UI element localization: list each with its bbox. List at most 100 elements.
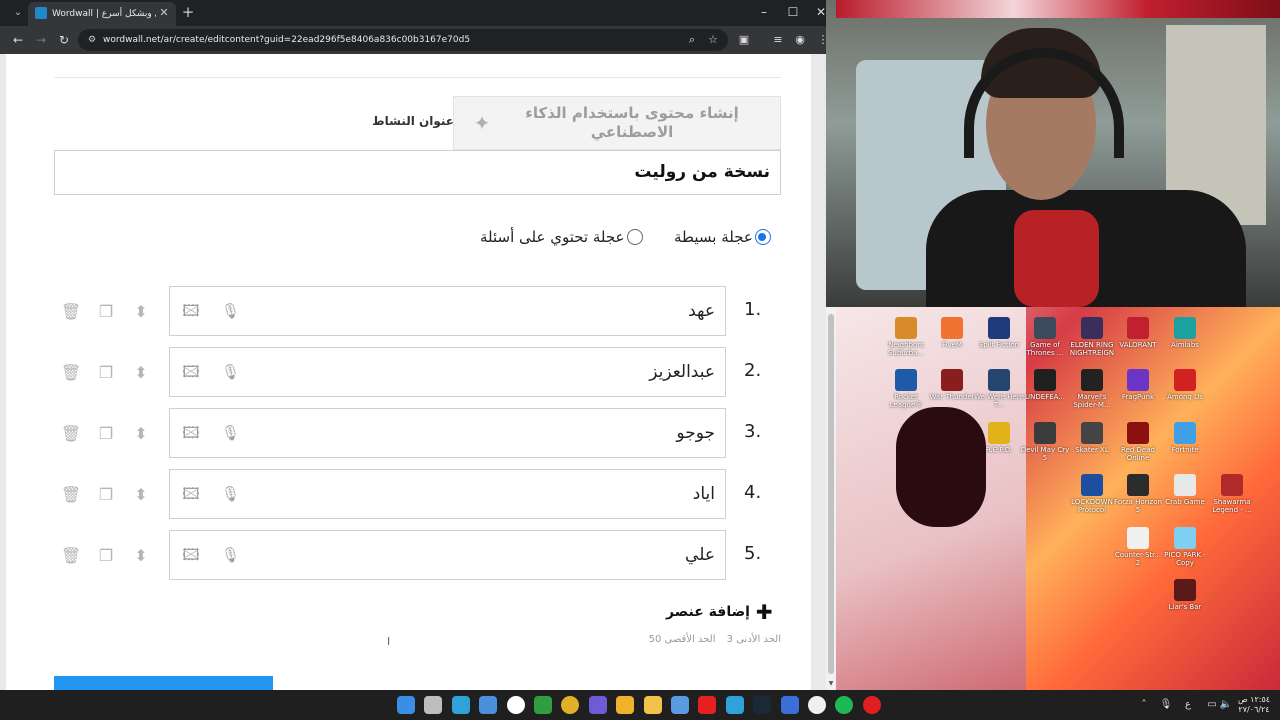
app-red-icon[interactable] (863, 696, 881, 714)
add-item-button[interactable]: ✚ إضافة عنصر (666, 600, 773, 624)
reorder-icon[interactable]: ⬍ (130, 301, 152, 323)
chevron-up-icon[interactable]: ˄ (1137, 698, 1151, 712)
profile-avatar-icon[interactable]: ◉ (792, 32, 808, 48)
radio-simple-wheel[interactable]: عجلة بسيطة (674, 227, 771, 247)
desktop-shortcut[interactable]: Shawarma Legend - ... (1206, 474, 1258, 526)
trash-icon[interactable]: 🗑 (60, 423, 82, 445)
language-indicator[interactable]: ع (1181, 698, 1195, 712)
desktop-shortcut[interactable]: UNDEFEA... (1019, 369, 1071, 421)
desktop-shortcut[interactable]: Skater XL (1066, 422, 1118, 474)
microphone-icon[interactable]: 🎙 (221, 300, 240, 322)
reorder-icon[interactable]: ⬍ (130, 484, 152, 506)
volume-icon[interactable]: 🔈 (1219, 698, 1233, 712)
desktop-shortcut[interactable]: Marvel's Spider-M... (1066, 369, 1118, 421)
item-input[interactable]: علي 🖾 🎙 (169, 530, 726, 580)
desktop-shortcut[interactable]: Aimlabs (1159, 317, 1211, 369)
task-view-icon[interactable] (424, 696, 442, 714)
image-icon[interactable]: 🖾 (180, 301, 202, 321)
microphone-icon[interactable]: 🎙 (221, 544, 240, 566)
desktop-shortcut[interactable]: Game of Thrones ... (1019, 317, 1071, 369)
desktop-shortcut[interactable]: Among Us (1159, 369, 1211, 421)
edge-icon[interactable] (452, 696, 470, 714)
activity-title-input[interactable]: نسخة من روليت (54, 150, 781, 195)
media-controls-icon[interactable]: ≡ (770, 32, 786, 48)
radio-questions-wheel[interactable]: عجلة تحتوي على أسئلة (480, 227, 643, 247)
desktop-shortcut[interactable]: Crab Game (1159, 474, 1211, 526)
item-input[interactable]: عهد 🖾 🎙 (169, 286, 726, 336)
desktop-shortcut[interactable]: FragPunk (1112, 369, 1164, 421)
copy-icon[interactable]: ❐ (95, 423, 117, 445)
new-tab-plus-icon[interactable]: + (180, 4, 196, 20)
desktop-shortcut[interactable]: LOCKDOWN Protocol (1066, 474, 1118, 526)
ai-generate-button[interactable]: إنشاء محتوى باستخدام الذكاء الاصطناعي ✦ (453, 96, 781, 150)
steam-icon[interactable] (753, 696, 771, 714)
zoom-icon[interactable]: ⌕ (684, 32, 700, 48)
desktop-shortcut[interactable]: Devil May Cry 5 (1019, 422, 1071, 474)
trash-icon[interactable]: 🗑 (60, 484, 82, 506)
desktop-shortcut[interactable]: FiveM (926, 317, 978, 369)
discord-icon[interactable] (616, 696, 634, 714)
chrome-icon[interactable] (561, 696, 579, 714)
trash-icon[interactable]: 🗑 (60, 301, 82, 323)
trash-icon[interactable]: 🗑 (60, 362, 82, 384)
desktop-shortcut[interactable]: Liar's Bar (1159, 579, 1211, 631)
item-input[interactable]: جوجو 🖾 🎙 (169, 408, 726, 458)
telegram-icon[interactable] (726, 696, 744, 714)
radio-unselected-icon[interactable] (626, 229, 643, 245)
back-arrow-icon[interactable]: ← (10, 32, 26, 48)
scroll-thumb[interactable] (828, 314, 834, 674)
desktop-shortcut[interactable]: Neighbors Suburba... (880, 317, 932, 369)
microphone-icon[interactable]: 🎙 (221, 422, 240, 444)
microphone-icon[interactable]: 🎙 (221, 361, 240, 383)
desktop-shortcut[interactable]: R.E.P.O. (973, 422, 1025, 474)
site-info-icon[interactable]: ⚙ (86, 34, 98, 46)
obs-icon[interactable] (808, 696, 826, 714)
desktop-shortcut[interactable]: War Thunder (926, 369, 978, 421)
copy-icon[interactable]: ❐ (95, 301, 117, 323)
radio-selected-icon[interactable] (754, 229, 771, 245)
desktop-shortcut[interactable]: Rocket League® (880, 369, 932, 421)
image-icon[interactable]: 🖾 (180, 484, 202, 504)
microphone-icon[interactable]: 🎙 (221, 483, 240, 505)
item-input[interactable]: عبدالعزيز 🖾 🎙 (169, 347, 726, 397)
desktop-shortcut[interactable]: Red Dead Online (1112, 422, 1164, 474)
address-bar[interactable]: ⚙ wordwall.net/ar/create/editcontent?gui… (78, 29, 728, 51)
app-blue-icon[interactable] (781, 696, 799, 714)
url-text[interactable]: wordwall.net/ar/create/editcontent?guid=… (103, 32, 470, 48)
image-icon[interactable]: 🖾 (180, 423, 202, 443)
widget-icon[interactable] (507, 696, 525, 714)
minimize-button[interactable]: – (755, 4, 773, 20)
reload-icon[interactable]: ↻ (56, 32, 72, 48)
desktop-shortcut[interactable]: VALORANT (1112, 317, 1164, 369)
reorder-icon[interactable]: ⬍ (130, 423, 152, 445)
microphone-tray-icon[interactable]: 🎙 (1159, 698, 1173, 712)
reorder-icon[interactable]: ⬍ (130, 362, 152, 384)
desktop-shortcut[interactable]: Split Fiction (973, 317, 1025, 369)
reorder-icon[interactable]: ⬍ (130, 545, 152, 567)
forward-arrow-icon[interactable]: → (33, 32, 49, 48)
network-icon[interactable]: ▭ (1205, 698, 1219, 712)
tab-close-icon[interactable]: ✕ (157, 6, 171, 20)
desktop-shortcut[interactable]: Fortnite (1159, 422, 1211, 474)
maximize-button[interactable]: ☐ (784, 4, 802, 20)
tab-search-icon[interactable]: ⌄ (10, 5, 26, 21)
discord-ptb-icon[interactable] (589, 696, 607, 714)
bookmark-star-icon[interactable]: ☆ (705, 32, 721, 48)
start-icon[interactable] (397, 696, 415, 714)
trash-icon[interactable]: 🗑 (60, 545, 82, 567)
image-icon[interactable]: 🖾 (180, 362, 202, 382)
spotify-icon[interactable] (835, 696, 853, 714)
copy-icon[interactable]: ❐ (95, 484, 117, 506)
files-icon[interactable] (644, 696, 662, 714)
xbox-icon[interactable] (534, 696, 552, 714)
desktop-shortcut[interactable]: ELDEN RING NIGHTREIGN (1066, 317, 1118, 369)
desktop-shortcut[interactable]: Forza Horizon 5 (1112, 474, 1164, 526)
desktop-shortcut[interactable]: Counter-Str... 2 (1112, 527, 1164, 579)
done-button[interactable] (54, 676, 273, 690)
extensions-icon[interactable]: ▣ (736, 32, 752, 48)
item-input[interactable]: اياد 🖾 🎙 (169, 469, 726, 519)
desktop-shortcut[interactable]: We Were Here T... (973, 369, 1025, 421)
photos-icon[interactable] (671, 696, 689, 714)
store-icon[interactable] (479, 696, 497, 714)
youtube-icon[interactable] (698, 696, 716, 714)
